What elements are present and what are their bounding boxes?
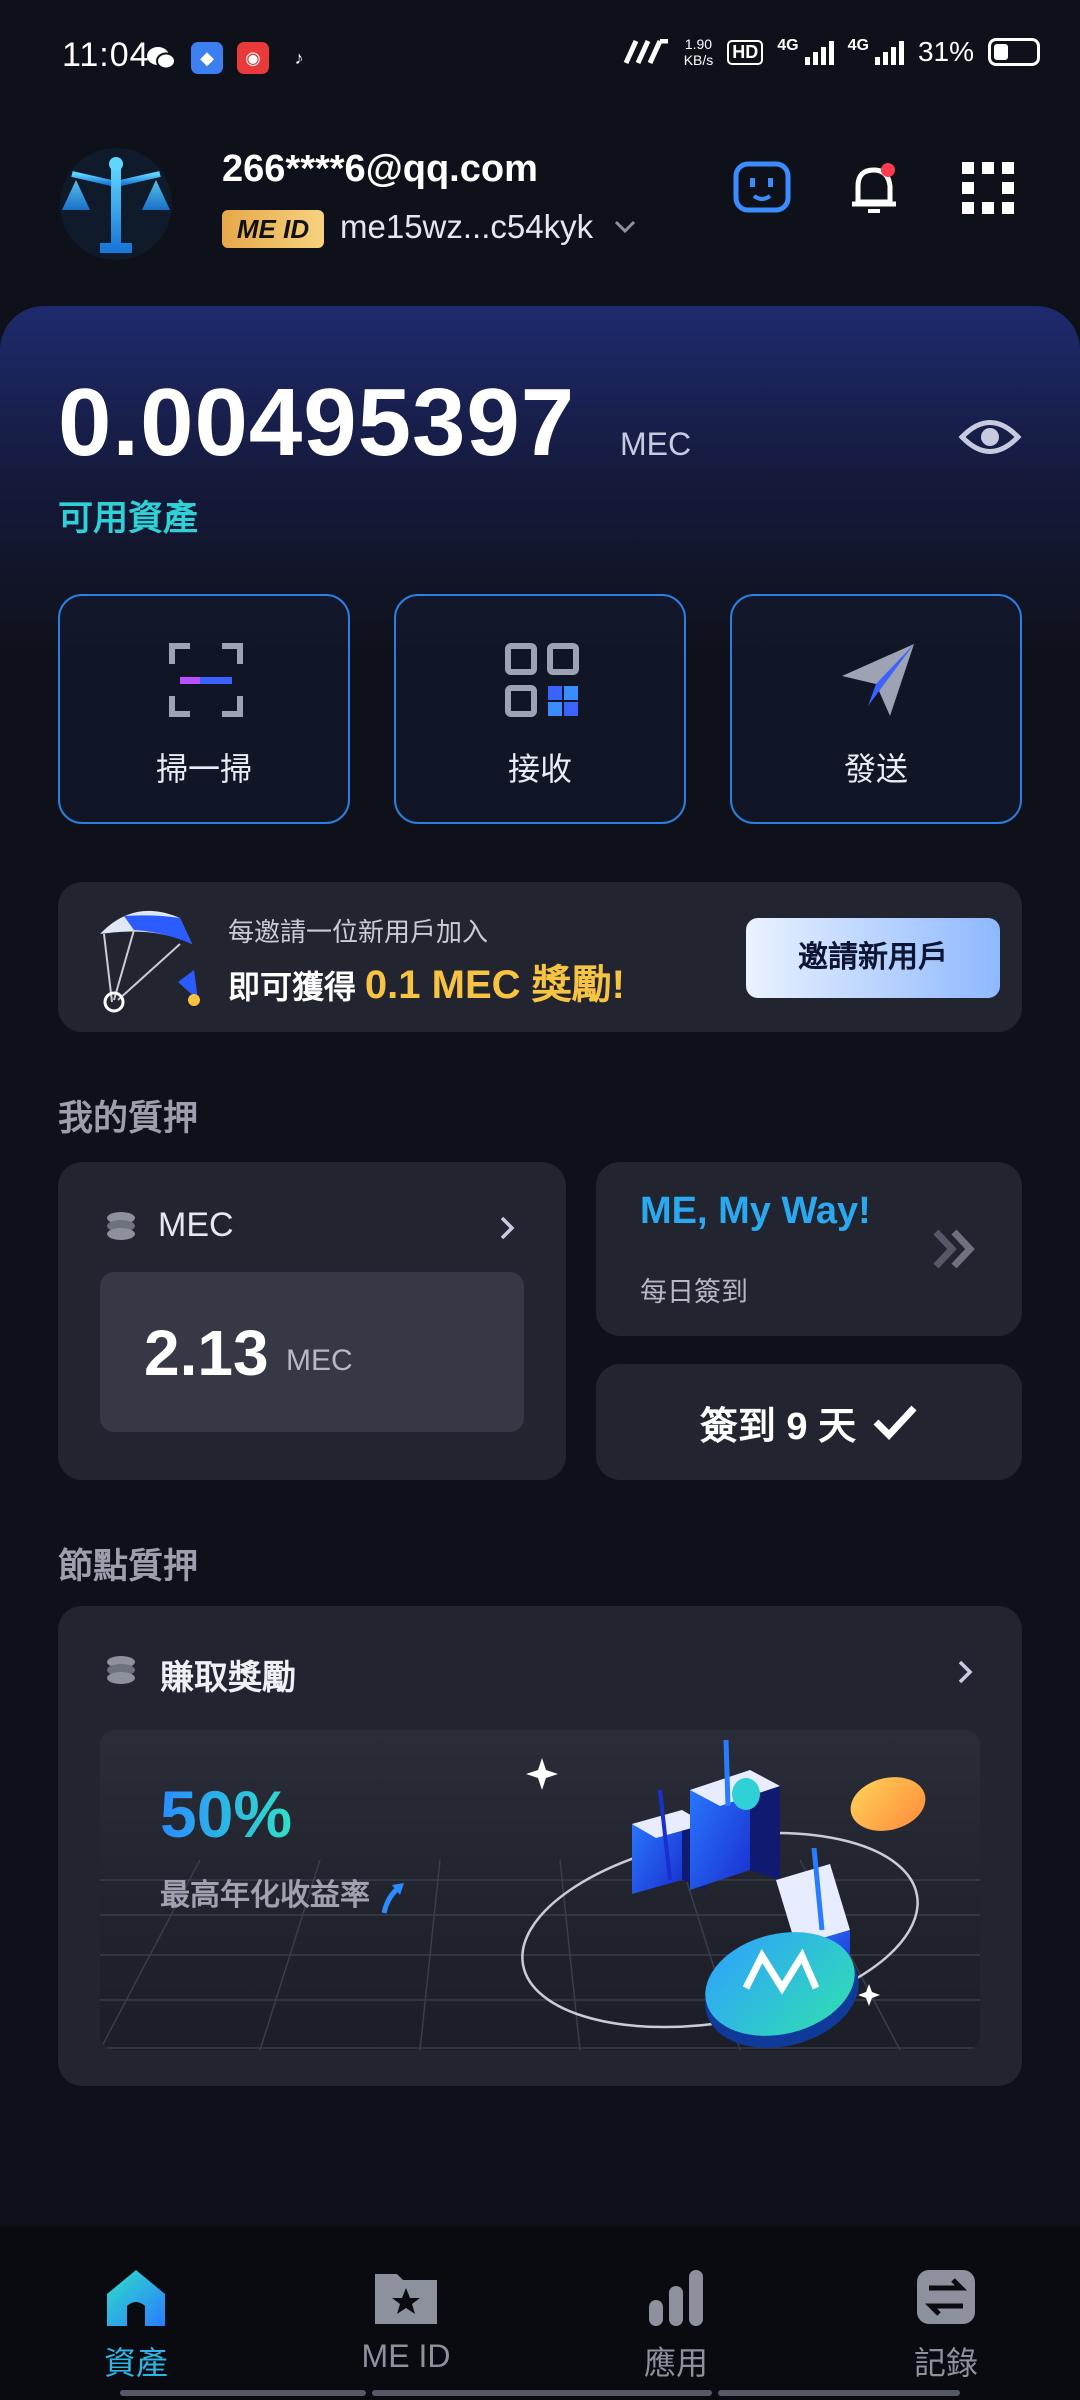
shopping-app-icon: ◉ xyxy=(237,42,269,74)
send-button[interactable]: 發送 xyxy=(730,594,1022,824)
tiktok-icon: ♪ xyxy=(294,47,304,68)
max-apy-percent: 50% xyxy=(160,1777,293,1851)
checkin-days-button[interactable]: 簽到 9 天 xyxy=(596,1364,1022,1480)
qr-code-icon[interactable] xyxy=(958,158,1018,218)
eye-icon[interactable] xyxy=(958,412,1022,462)
nav-assets[interactable]: 資產 xyxy=(36,2266,236,2384)
checkin-subtitle: 每日簽到 xyxy=(640,1277,748,1307)
nfc-icon xyxy=(623,39,668,65)
available-assets-label: 可用資產 xyxy=(58,499,199,538)
battery-text: 31% xyxy=(917,36,974,67)
nav-meid[interactable]: ME ID xyxy=(306,2266,506,2375)
nav-indicator xyxy=(120,2390,366,2396)
node-staking-banner: 50% 最高年化收益率 xyxy=(100,1730,980,2050)
net-speed: 1.90 KB/s xyxy=(683,36,714,68)
staking-illustration xyxy=(521,1739,926,2048)
checkmark-icon xyxy=(873,1405,917,1441)
nav-apps-label: 應用 xyxy=(643,2345,708,2381)
balance-amount: 0.00495397 xyxy=(58,369,576,476)
status-bar: 11:04 ◆ ◉ ♪ 1.90 KB/s HD 4G 4G 31% xyxy=(0,0,1080,120)
notification-bell-icon[interactable] xyxy=(844,158,904,218)
node-staking-card[interactable]: 賺取獎勵 50% 最高年化收益率 xyxy=(58,1606,1022,2086)
invite-reward-highlight: 0.1 MEC 獎勵! xyxy=(364,963,625,1007)
status-right: 1.90 KB/s HD 4G 4G 31% xyxy=(622,36,1040,68)
scan-label: 掃一掃 xyxy=(155,751,252,787)
nav-meid-label: ME ID xyxy=(361,2338,451,2374)
folder-star-icon xyxy=(375,2274,437,2324)
double-chevron-icon xyxy=(933,1229,975,1269)
staking-amount-box: 2.13 MEC xyxy=(100,1272,524,1432)
bar-chart-icon xyxy=(649,2270,703,2326)
nav-records[interactable]: 記錄 xyxy=(846,2266,1046,2384)
network-type-1: 4G xyxy=(777,37,799,54)
battery-icon xyxy=(988,38,1040,66)
checkin-days-label: 簽到 9 天 xyxy=(699,1405,857,1448)
invite-text: 每邀請一位新用戶加入 xyxy=(228,917,489,947)
notification-icons: ◆ ◉ ♪ xyxy=(145,42,315,74)
scan-button[interactable]: 掃一掃 xyxy=(58,594,350,824)
receive-qr-icon xyxy=(505,643,579,717)
nav-indicator xyxy=(718,2390,960,2396)
my-staking-card[interactable]: MEC 2.13 MEC xyxy=(58,1162,566,1480)
earn-rewards-title: 賺取獎勵 xyxy=(160,1659,296,1697)
scan-icon xyxy=(169,643,243,717)
wechat-icon xyxy=(145,42,177,74)
nav-indicator xyxy=(372,2390,712,2396)
nav-records-label: 記錄 xyxy=(913,2345,978,2381)
chevron-down-icon[interactable] xyxy=(612,214,638,240)
arrow-up-icon xyxy=(381,1883,405,1914)
staking-amount: 2.13 xyxy=(144,1317,269,1389)
invite-reward-text: 即可獲得 0.1 MEC 獎勵! xyxy=(228,963,625,1007)
home-icon xyxy=(107,2270,165,2326)
nav-apps[interactable]: 應用 xyxy=(576,2266,776,2384)
send-label: 發送 xyxy=(843,751,908,787)
hd-icon: HD xyxy=(727,39,764,65)
send-paper-plane-icon xyxy=(842,644,914,716)
meid-badge: ME ID xyxy=(222,210,324,248)
coin-stack-icon xyxy=(107,1212,135,1240)
nav-assets-label: 資產 xyxy=(103,2345,168,2381)
coin-stack-icon xyxy=(107,1656,135,1684)
max-apy-label: 最高年化收益率 xyxy=(160,1870,408,1915)
chevron-right-icon xyxy=(958,1660,973,1684)
parachute-icon xyxy=(100,910,200,1013)
node-staking-title: 節點質押 xyxy=(58,1547,199,1586)
staking-token: MEC xyxy=(158,1206,234,1244)
my-staking-title: 我的質押 xyxy=(58,1099,199,1138)
account-email: 266****6@qq.com xyxy=(222,148,538,190)
status-time: 11:04 xyxy=(62,36,150,74)
receive-button[interactable]: 接收 xyxy=(394,594,686,824)
bottom-navigation: 資產 ME ID 應用 記錄 xyxy=(0,2226,1080,2400)
chevron-right-icon xyxy=(500,1216,515,1240)
signal-icon xyxy=(874,39,904,65)
network-type-2: 4G xyxy=(847,37,869,54)
daily-checkin-card[interactable]: ME, My Way! 每日簽到 xyxy=(596,1162,1022,1336)
support-bot-icon[interactable] xyxy=(732,158,792,218)
meid-address[interactable]: me15wz...c54kyk xyxy=(340,208,593,246)
checkin-title: ME, My Way! xyxy=(640,1190,871,1232)
staking-unit: MEC xyxy=(286,1344,353,1377)
transfer-records-icon xyxy=(917,2270,975,2324)
receive-label: 接收 xyxy=(507,751,572,787)
app-logo xyxy=(60,148,172,260)
app-notification-icon: ◆ xyxy=(191,42,223,74)
balance-unit: MEC xyxy=(620,426,692,462)
invite-banner[interactable]: 每邀請一位新用戶加入 即可獲得 0.1 MEC 獎勵! 邀請新用戶 xyxy=(58,882,1022,1032)
signal-icon xyxy=(804,39,834,65)
invite-new-user-button[interactable]: 邀請新用戶 xyxy=(746,918,1000,998)
